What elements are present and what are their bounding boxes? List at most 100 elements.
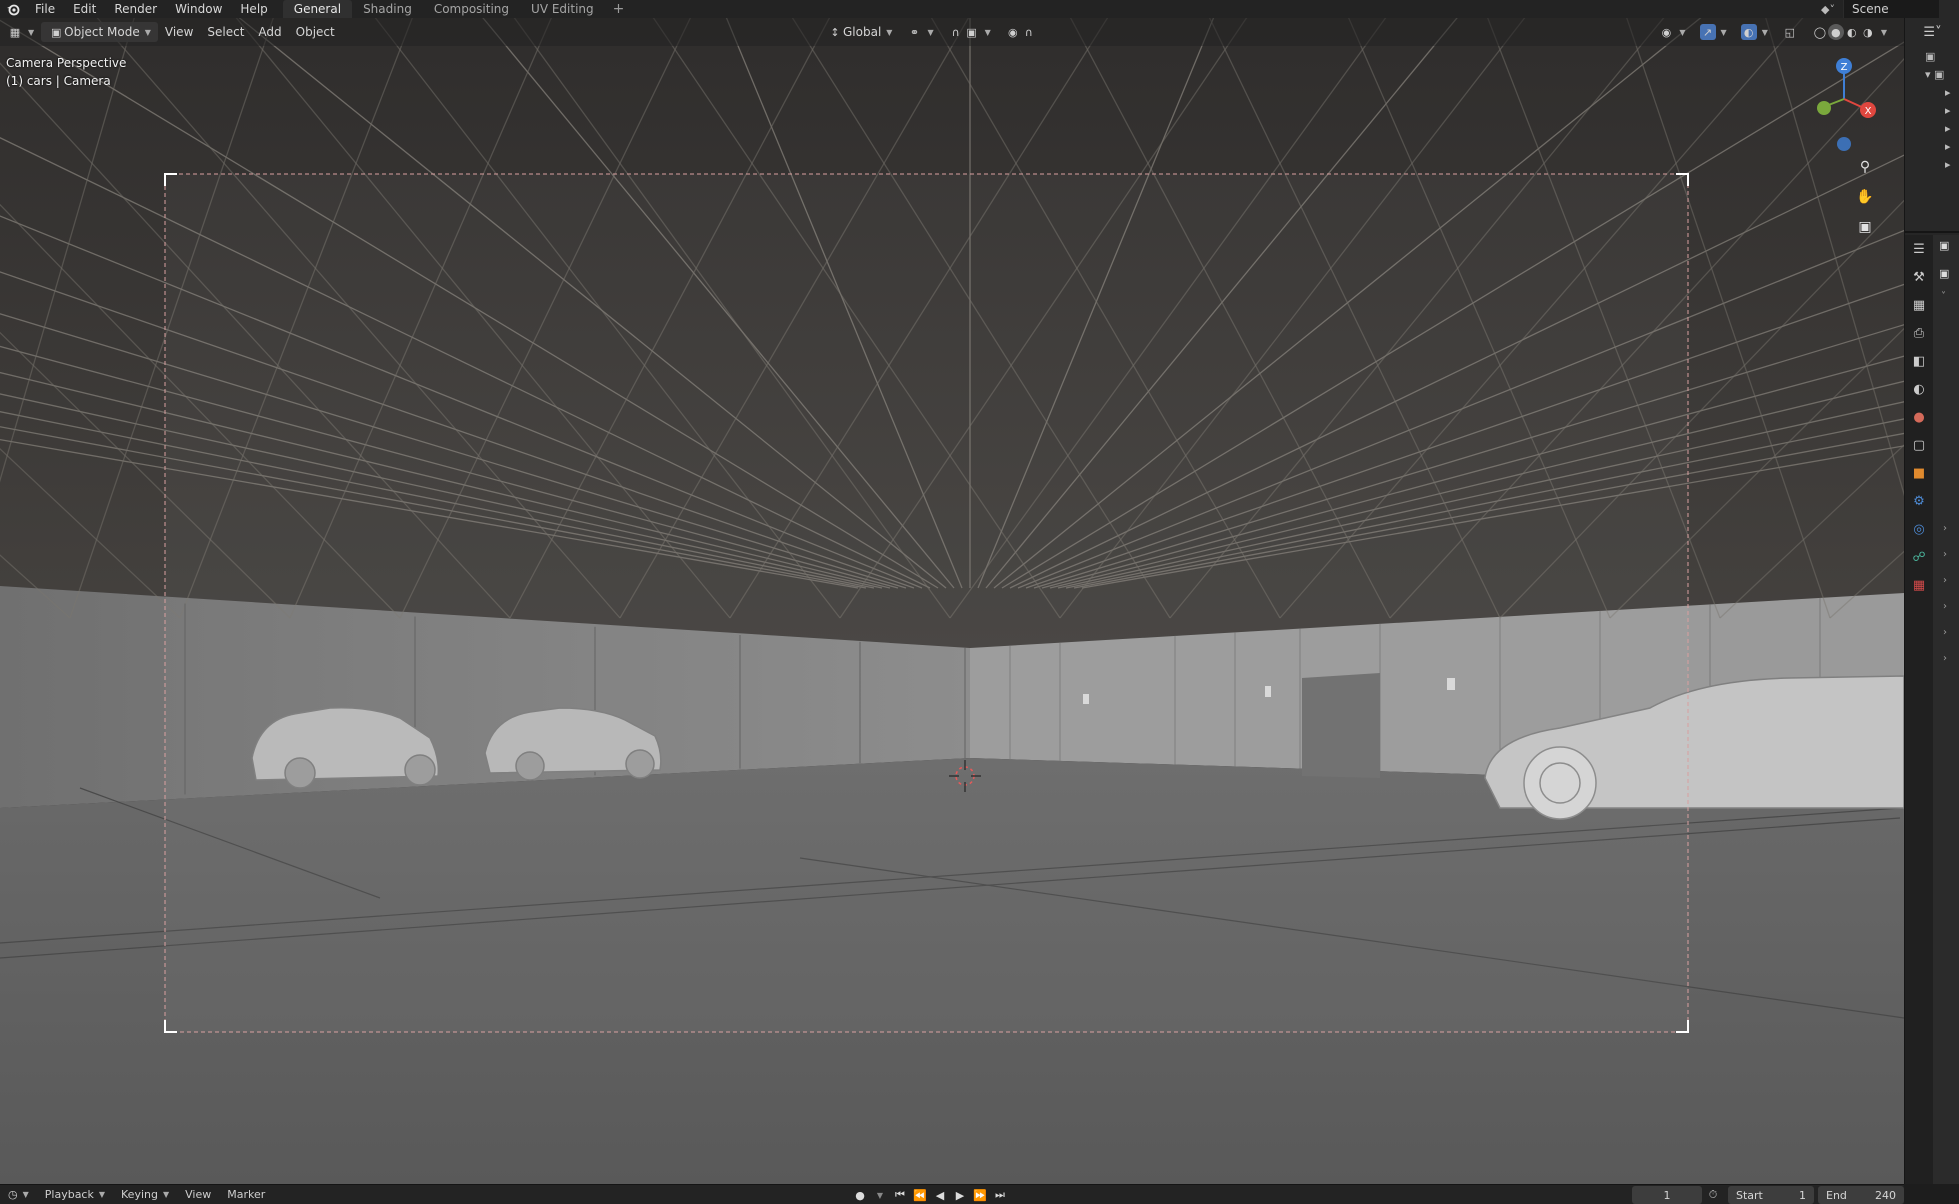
material-icon[interactable]: ◐ bbox=[1844, 24, 1860, 40]
mode-dropdown[interactable]: ▣ Object Mode ▼ bbox=[41, 22, 158, 42]
play-reverse-icon[interactable]: ◀ bbox=[930, 1189, 950, 1202]
menu-playback[interactable]: Playback ▼ bbox=[37, 1188, 113, 1201]
transform-tools: ↕ Global ▼ ⚭ ▼ ∩ ▣ ▼ ◉ ∩ bbox=[820, 22, 1044, 42]
menu-object[interactable]: Object bbox=[289, 22, 342, 42]
outliner-row[interactable]: ▸ bbox=[1925, 122, 1959, 140]
proportional-edit-toggle[interactable]: ◉ ∩ bbox=[998, 22, 1044, 42]
tab-uv-editing[interactable]: UV Editing bbox=[520, 0, 605, 18]
pivot-icon: ⚭ bbox=[909, 25, 920, 39]
3d-viewport-icon: ▦ bbox=[9, 25, 21, 39]
jump-end-icon[interactable]: ⏭ bbox=[990, 1188, 1010, 1202]
scene-browse-button[interactable] bbox=[1939, 0, 1959, 18]
menu-marker[interactable]: Marker bbox=[219, 1188, 273, 1201]
jump-keyframe-back-icon[interactable]: ⏪ bbox=[910, 1189, 930, 1202]
navigation-gizmo[interactable]: Z X ⚲ ✋ ▣ bbox=[1796, 54, 1886, 254]
menu-keying-label: Keying bbox=[121, 1188, 158, 1201]
outliner-editor-icon[interactable]: ☰˅ bbox=[1905, 18, 1959, 46]
xray-toggle[interactable]: ◱ bbox=[1775, 22, 1805, 42]
panel-expand-icon[interactable]: › bbox=[1943, 627, 1947, 638]
magnet-icon: ∩ bbox=[951, 25, 960, 39]
end-value: 240 bbox=[1875, 1188, 1896, 1202]
scene-icon[interactable]: ◆˅ bbox=[1813, 3, 1843, 16]
menu-view[interactable]: View bbox=[158, 22, 200, 42]
texture-icon[interactable]: ▦ bbox=[1905, 571, 1933, 599]
pin-icon[interactable]: ▣ bbox=[1939, 239, 1949, 252]
physics-icon[interactable]: ◎ bbox=[1905, 515, 1933, 543]
tab-general[interactable]: General bbox=[282, 0, 353, 18]
overlay-toggle[interactable]: ◐ ▼ bbox=[1734, 22, 1775, 42]
play-icon[interactable]: ▶ bbox=[950, 1189, 970, 1202]
tab-shading[interactable]: Shading bbox=[352, 0, 423, 18]
menu-timeline-view[interactable]: View bbox=[177, 1188, 219, 1201]
start-frame-field[interactable]: Start 1 bbox=[1728, 1186, 1814, 1204]
chevron-down-icon[interactable]: ▼ bbox=[870, 1191, 890, 1200]
rendered-icon[interactable]: ◑ bbox=[1860, 24, 1876, 40]
transform-orientation-dropdown[interactable]: ↕ Global ▼ bbox=[820, 22, 899, 42]
panel-expand-icon[interactable]: › bbox=[1943, 653, 1947, 664]
record-icon[interactable]: ● bbox=[850, 1189, 870, 1202]
axis-gizmo[interactable]: Z X bbox=[1796, 54, 1886, 154]
overlay-icon: ◐ bbox=[1740, 24, 1757, 40]
jump-keyframe-forward-icon[interactable]: ⏩ bbox=[970, 1189, 990, 1202]
panel-expand-icon[interactable]: › bbox=[1943, 549, 1947, 560]
timeline-editor-button[interactable]: ◷ ▼ bbox=[0, 1188, 37, 1201]
menu-select[interactable]: Select bbox=[200, 22, 251, 42]
chevron-down-icon[interactable]: ˅ bbox=[1941, 291, 1946, 302]
outliner-row[interactable]: ▾ ▣ bbox=[1925, 68, 1959, 86]
menu-keying[interactable]: Keying ▼ bbox=[113, 1188, 177, 1201]
outliner-strip: ☰˅ ▣ ▾ ▣ ▸ ▸ ▸ ▸ ▸ bbox=[1905, 18, 1959, 233]
menu-help[interactable]: Help bbox=[231, 0, 276, 18]
pivot-dropdown[interactable]: ⚭ ▼ bbox=[899, 22, 940, 42]
stopwatch-icon[interactable]: ⏱ bbox=[1702, 1188, 1724, 1202]
blender-logo-icon[interactable] bbox=[0, 0, 26, 18]
constraints-icon[interactable]: ☍ bbox=[1905, 543, 1933, 571]
right-editor-panel: ☰˅ ▣ ▾ ▣ ▸ ▸ ▸ ▸ ▸ ☰ ⚒ ▦ ⎙ ◧ ◐ ● ▢ ■ ⚙ ◎… bbox=[1904, 18, 1959, 1184]
outliner-row[interactable]: ▸ bbox=[1925, 104, 1959, 122]
add-workspace-button[interactable]: + bbox=[605, 0, 633, 18]
outliner-row[interactable]: ▸ bbox=[1925, 86, 1959, 104]
solid-icon[interactable]: ● bbox=[1827, 24, 1844, 40]
view-layer-icon[interactable]: ◧ bbox=[1905, 347, 1933, 375]
panel-expand-icon[interactable]: › bbox=[1943, 523, 1947, 534]
3d-viewport[interactable]: ▦ ▼ ▣ Object Mode ▼ View Select Add Object… bbox=[0, 18, 1904, 1184]
render-icon[interactable]: ▦ bbox=[1905, 291, 1933, 319]
collection-icon[interactable]: ▢ bbox=[1905, 431, 1933, 459]
object-info: (1) cars | Camera bbox=[6, 74, 111, 88]
gizmo-toggle[interactable]: ↗ ▼ bbox=[1693, 22, 1734, 42]
viewport-info: Camera Perspective (1) cars | Camera bbox=[6, 54, 126, 90]
jump-start-icon[interactable]: ⏮ bbox=[890, 1188, 910, 1202]
tab-compositing[interactable]: Compositing bbox=[423, 0, 520, 18]
outliner-row[interactable]: ▸ bbox=[1925, 140, 1959, 158]
panel-expand-icon[interactable]: › bbox=[1943, 601, 1947, 612]
menu-edit[interactable]: Edit bbox=[64, 0, 105, 18]
modifiers-icon[interactable]: ⚙ bbox=[1905, 487, 1933, 515]
clock-icon: ◷ bbox=[8, 1188, 18, 1201]
scene-name-field[interactable]: Scene bbox=[1843, 0, 1939, 18]
data-icon[interactable]: ▣ bbox=[1939, 267, 1949, 280]
editor-type-button[interactable]: ▦ ▼ bbox=[0, 22, 41, 42]
object-icon[interactable]: ■ bbox=[1905, 459, 1933, 487]
output-icon[interactable]: ⎙ bbox=[1905, 319, 1933, 347]
object-mode-icon: ▣ bbox=[50, 25, 62, 39]
scene-icon[interactable]: ◐ bbox=[1905, 375, 1933, 403]
end-frame-field[interactable]: End 240 bbox=[1818, 1186, 1904, 1204]
camera-view-icon[interactable]: ▣ bbox=[1852, 214, 1878, 240]
menu-window[interactable]: Window bbox=[166, 0, 231, 18]
outliner-row[interactable]: ▣ bbox=[1925, 50, 1959, 68]
tool-icon[interactable]: ⚒ bbox=[1905, 263, 1933, 291]
menu-add[interactable]: Add bbox=[251, 22, 288, 42]
properties-editor-icon[interactable]: ☰ bbox=[1905, 235, 1933, 263]
viewport-header: ▦ ▼ ▣ Object Mode ▼ View Select Add Object… bbox=[0, 18, 1904, 46]
view-name: Camera Perspective bbox=[6, 56, 127, 70]
world-icon[interactable]: ● bbox=[1905, 403, 1933, 431]
wireframe-icon[interactable]: ◯ bbox=[1812, 24, 1828, 40]
visibility-dropdown[interactable]: ◉ ▼ bbox=[1651, 22, 1692, 42]
current-frame-field[interactable]: 1 bbox=[1632, 1186, 1702, 1204]
hand-pan-icon[interactable]: ✋ bbox=[1852, 184, 1878, 210]
zoom-icon[interactable]: ⚲ bbox=[1852, 154, 1878, 180]
menu-render[interactable]: Render bbox=[105, 0, 166, 18]
menu-file[interactable]: File bbox=[26, 0, 64, 18]
outliner-row[interactable]: ▸ bbox=[1925, 158, 1959, 176]
panel-expand-icon[interactable]: › bbox=[1943, 575, 1947, 586]
snap-toggle[interactable]: ∩ ▣ ▼ bbox=[941, 22, 998, 42]
